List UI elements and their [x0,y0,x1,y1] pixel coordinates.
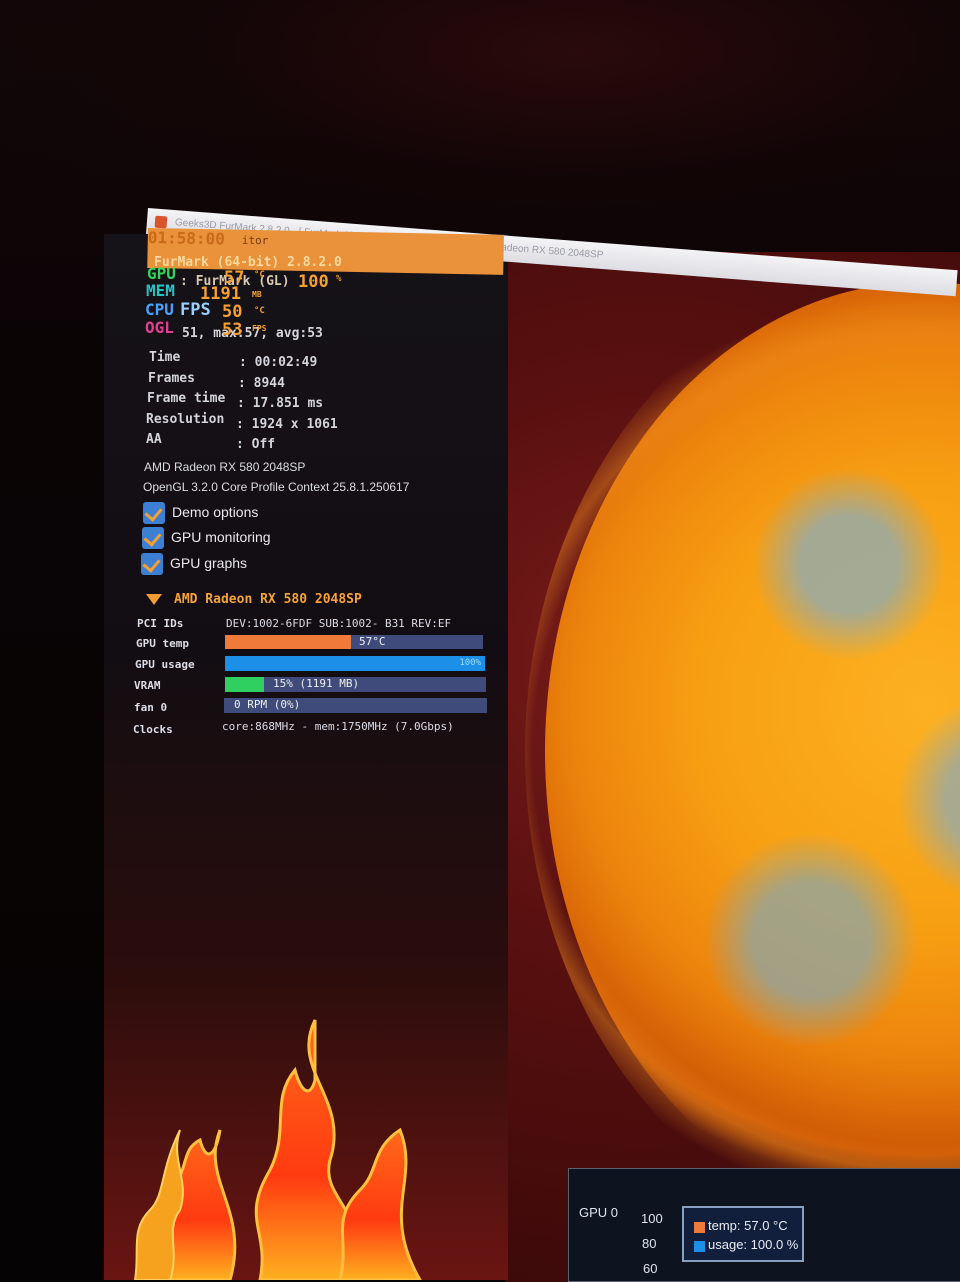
gpu-usage-value: 100 [298,272,329,292]
stat-value: : 17.851 ms [237,396,324,411]
fan-bar-text: 0 RPM (0%) [234,698,301,711]
clocks-label: Clocks [133,723,173,736]
stat-label: AA [146,432,162,447]
gpu-section-title[interactable]: AMD Radeon RX 580 2048SP [174,592,362,607]
checkbox[interactable] [141,553,163,575]
vram-bar-text: 15% (1191 MB) [273,677,360,690]
hud-header-line1: FurMark (64-bit) 2.8.2.0 [154,255,342,270]
stat-label: Resolution [146,412,225,427]
mem-tag: MEM [146,281,175,300]
fps-value: 53 [222,320,243,340]
graph-tick-label: 60 [643,1261,658,1276]
checkbox-label[interactable]: Demo options [172,504,258,520]
cpu-unit: °C [254,306,265,316]
stat-value: : 8944 [238,376,285,391]
checkbox-label[interactable]: GPU monitoring [171,529,271,545]
mem-unit: MB [252,290,262,299]
stat-value: : 1924 x 1061 [236,417,338,432]
stat-label: Frame time [147,391,226,406]
ogl-tag: OGL [145,318,174,337]
checkbox[interactable] [143,502,165,524]
legend-usage-text: usage: 100.0 % [708,1237,799,1252]
gpu-temp-label: GPU temp [136,637,189,650]
opengl-info: OpenGL 3.2.0 Core Profile Context 25.8.1… [143,480,410,494]
graph-tick-label: 100 [641,1211,663,1226]
gpu-temp-unit: °C [254,270,265,280]
stat-label: Time [149,350,181,365]
temp-legend-swatch [694,1222,705,1233]
pci-ids-value: DEV:1002-6FDF SUB:1002- B31 REV:EF [226,617,452,630]
gpu-name: AMD Radeon RX 580 2048SP [144,460,306,474]
gpu-temp-bar-fill [225,635,352,649]
vram-bar-fill [225,677,265,692]
usage-legend-swatch [694,1241,705,1252]
gpu-usage-bar-text: 100% [459,658,481,668]
graph-legend: temp: 57.0 °C usage: 100.0 % [682,1206,804,1262]
legend-temp-text: temp: 57.0 °C [708,1218,788,1233]
furmark-flame-logo [133,1019,422,1280]
stat-value: : Off [236,437,276,452]
pci-ids-label: PCI IDs [137,617,184,630]
stat-value: : 00:02:49 [239,355,318,370]
collapse-triangle-icon[interactable] [146,594,162,605]
fan-bar: 0 RPM (0%) [224,698,487,713]
checkbox-label[interactable]: GPU graphs [170,555,247,571]
fps-unit: FPS [252,324,267,333]
gpu-temp-bar: 57°C [225,635,483,649]
graph-tick-label: 80 [642,1236,657,1251]
gpu-temp-bar-text: 57°C [359,635,386,648]
vram-bar: 15% (1191 MB) [225,677,486,692]
cpu-tag: CPU [145,300,174,319]
fan-label: fan 0 [134,701,168,714]
checkbox[interactable] [142,527,164,549]
fps-label: FPS [180,300,211,320]
gpu-usage-bar: 100% [225,656,485,671]
gpu-usage-unit: % [336,274,342,284]
stat-label: Frames [148,371,195,386]
vram-label: VRAM [134,679,161,692]
gpu-usage-bar-fill [225,656,485,671]
cpu-value: 50 [222,302,243,322]
gpu-usage-label: GPU usage [135,658,195,671]
graph-title: GPU 0 [579,1205,619,1220]
clocks-value: core:868MHz - mem:1750MHz (7.0Gbps) [222,720,454,733]
